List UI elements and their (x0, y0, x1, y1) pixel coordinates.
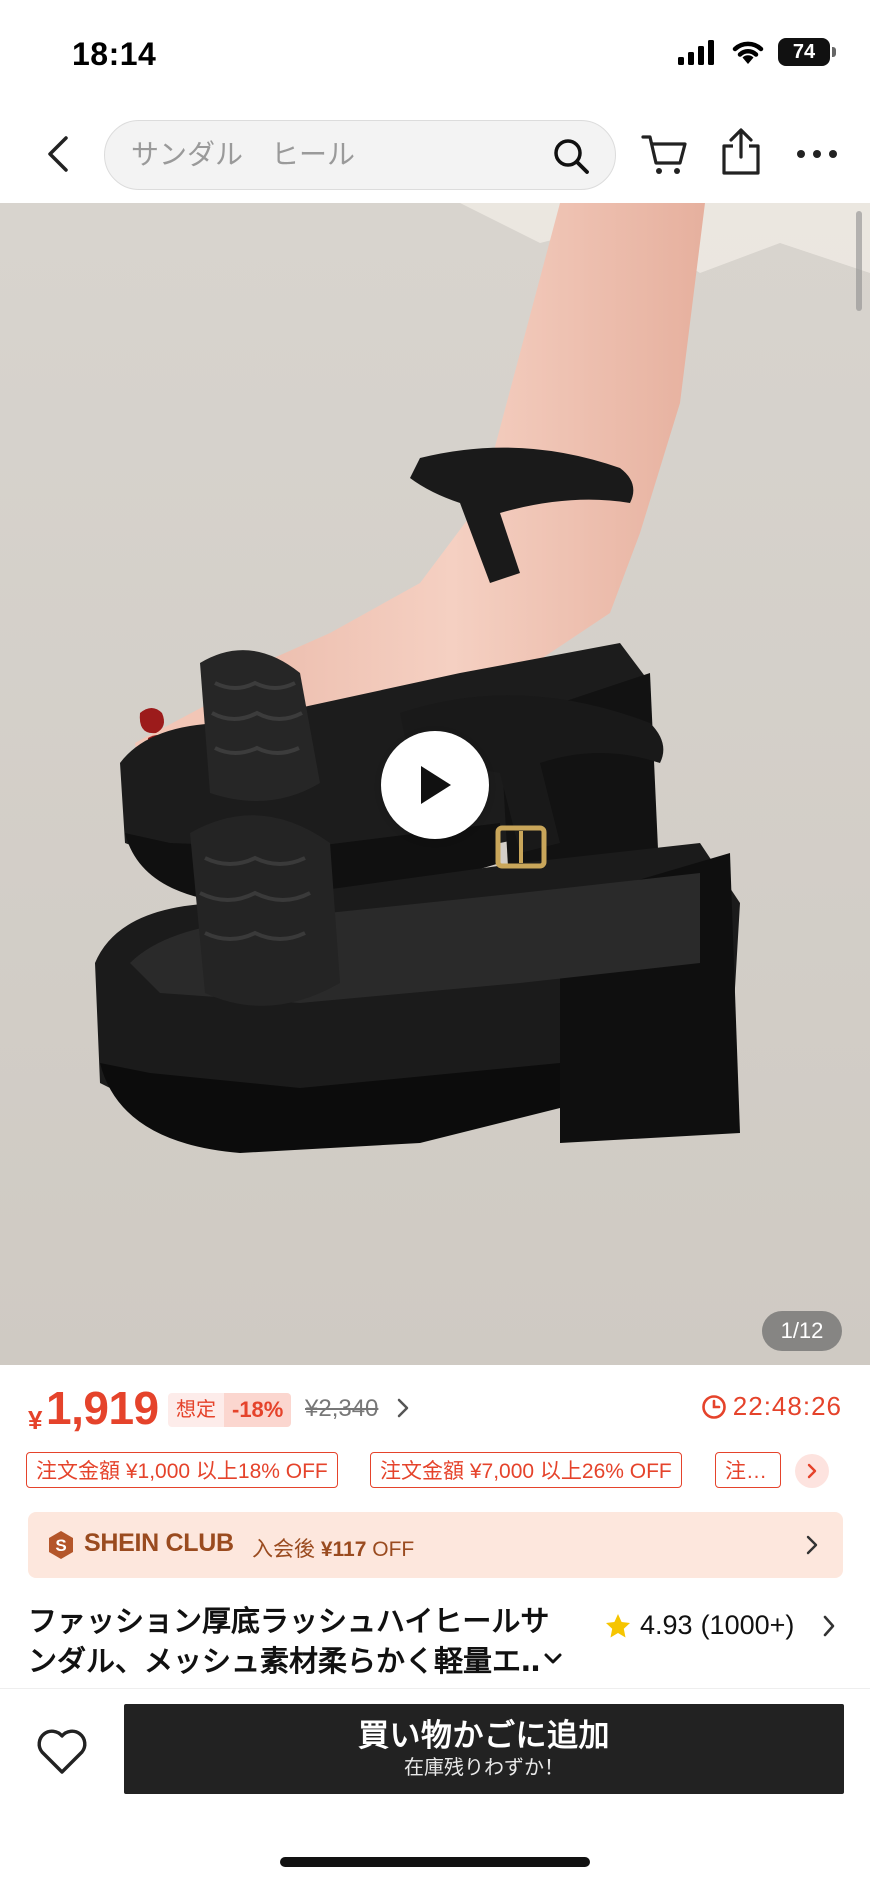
cart-icon[interactable] (640, 131, 690, 177)
estimated-discount-tag: 想定 -18% (168, 1393, 292, 1427)
price-currency: ¥ (28, 1405, 43, 1435)
coupon-3[interactable]: 注… (715, 1452, 781, 1488)
shein-club-banner[interactable]: S SHEIN CLUB 入会後 ¥117 OFF (28, 1512, 843, 1578)
signal-icon (678, 40, 714, 65)
rating-score: 4.93 (640, 1610, 693, 1640)
search-icon[interactable] (551, 136, 591, 176)
share-icon[interactable] (718, 127, 764, 177)
chevron-right-icon[interactable] (822, 1614, 836, 1638)
chevron-left-icon (48, 136, 68, 172)
chevron-right-icon (807, 1463, 817, 1479)
coupon-row: 注文金額 ¥1,000 以上18% OFF 注文金額 ¥7,000 以上26% … (0, 1450, 870, 1496)
scroll-indicator (856, 211, 862, 311)
club-offer-suffix: OFF (372, 1538, 415, 1561)
play-video-button[interactable] (381, 731, 489, 839)
status-bar: 18:14 74 (0, 0, 870, 105)
product-title[interactable]: ファッション厚底ラッシュハイヒールサンダル、メッシュ素材柔らかく軽量エ‥ (28, 1602, 568, 1682)
club-name: SHEIN CLUB (84, 1529, 234, 1557)
product-rating[interactable]: 4.93 (1000+) (604, 1610, 794, 1641)
status-time: 18:14 (72, 36, 157, 72)
stock-note: 在庫残りわずか！ (404, 1757, 564, 1779)
add-to-cart-button[interactable]: 買い物かごに追加 在庫残りわずか！ (124, 1704, 844, 1794)
search-box[interactable] (104, 120, 616, 190)
clock-icon (701, 1394, 726, 1419)
home-indicator[interactable] (280, 1857, 590, 1867)
top-nav (0, 105, 870, 203)
svg-text:S: S (55, 1536, 66, 1555)
club-offer-amount: ¥117 (320, 1538, 367, 1561)
search-input[interactable] (131, 121, 531, 189)
discount-badge: -18% (224, 1393, 292, 1427)
club-offer-prefix: 入会後 (252, 1538, 315, 1561)
play-icon (421, 766, 451, 804)
status-icons: 74 (678, 38, 836, 66)
price-row: ¥ 1,919 想定 -18% ¥2,340 22:48:26 (0, 1365, 870, 1453)
product-image-gallery[interactable]: 1/12 (0, 203, 870, 1365)
review-count: (1000+) (700, 1610, 795, 1640)
bottom-action-bar: 買い物かごに追加 在庫残りわずか！ (0, 1688, 870, 1882)
coupon-2[interactable]: 注文金額 ¥7,000 以上26% OFF (370, 1452, 682, 1488)
heart-icon[interactable] (34, 1725, 90, 1777)
chevron-right-icon (806, 1535, 818, 1555)
battery-indicator: 74 (778, 38, 836, 66)
add-to-cart-label: 買い物かごに追加 (358, 1718, 610, 1753)
chevron-down-icon[interactable] (542, 1648, 564, 1670)
more-icon[interactable] (792, 131, 842, 177)
image-counter: 1/12 (762, 1311, 842, 1351)
countdown-timer: 22:48:26 (701, 1391, 842, 1422)
back-button[interactable] (38, 130, 78, 178)
product-info: ファッション厚底ラッシュハイヒールサンダル、メッシュ素材柔らかく軽量エ‥ 4.9… (0, 1596, 870, 1686)
chevron-right-icon[interactable] (396, 1397, 410, 1419)
club-offer: 入会後 ¥117 OFF (252, 1533, 414, 1563)
current-price: 1,919 (46, 1382, 159, 1434)
countdown-text: 22:48:26 (732, 1391, 842, 1421)
coupon-1[interactable]: 注文金額 ¥1,000 以上18% OFF (26, 1452, 338, 1488)
estimated-label: 想定 (168, 1393, 224, 1427)
original-price[interactable]: ¥2,340 (305, 1395, 378, 1423)
club-badge-icon: S (49, 1531, 73, 1559)
wifi-icon (732, 41, 764, 64)
star-icon (606, 1613, 630, 1637)
more-coupons-button[interactable] (795, 1454, 829, 1488)
